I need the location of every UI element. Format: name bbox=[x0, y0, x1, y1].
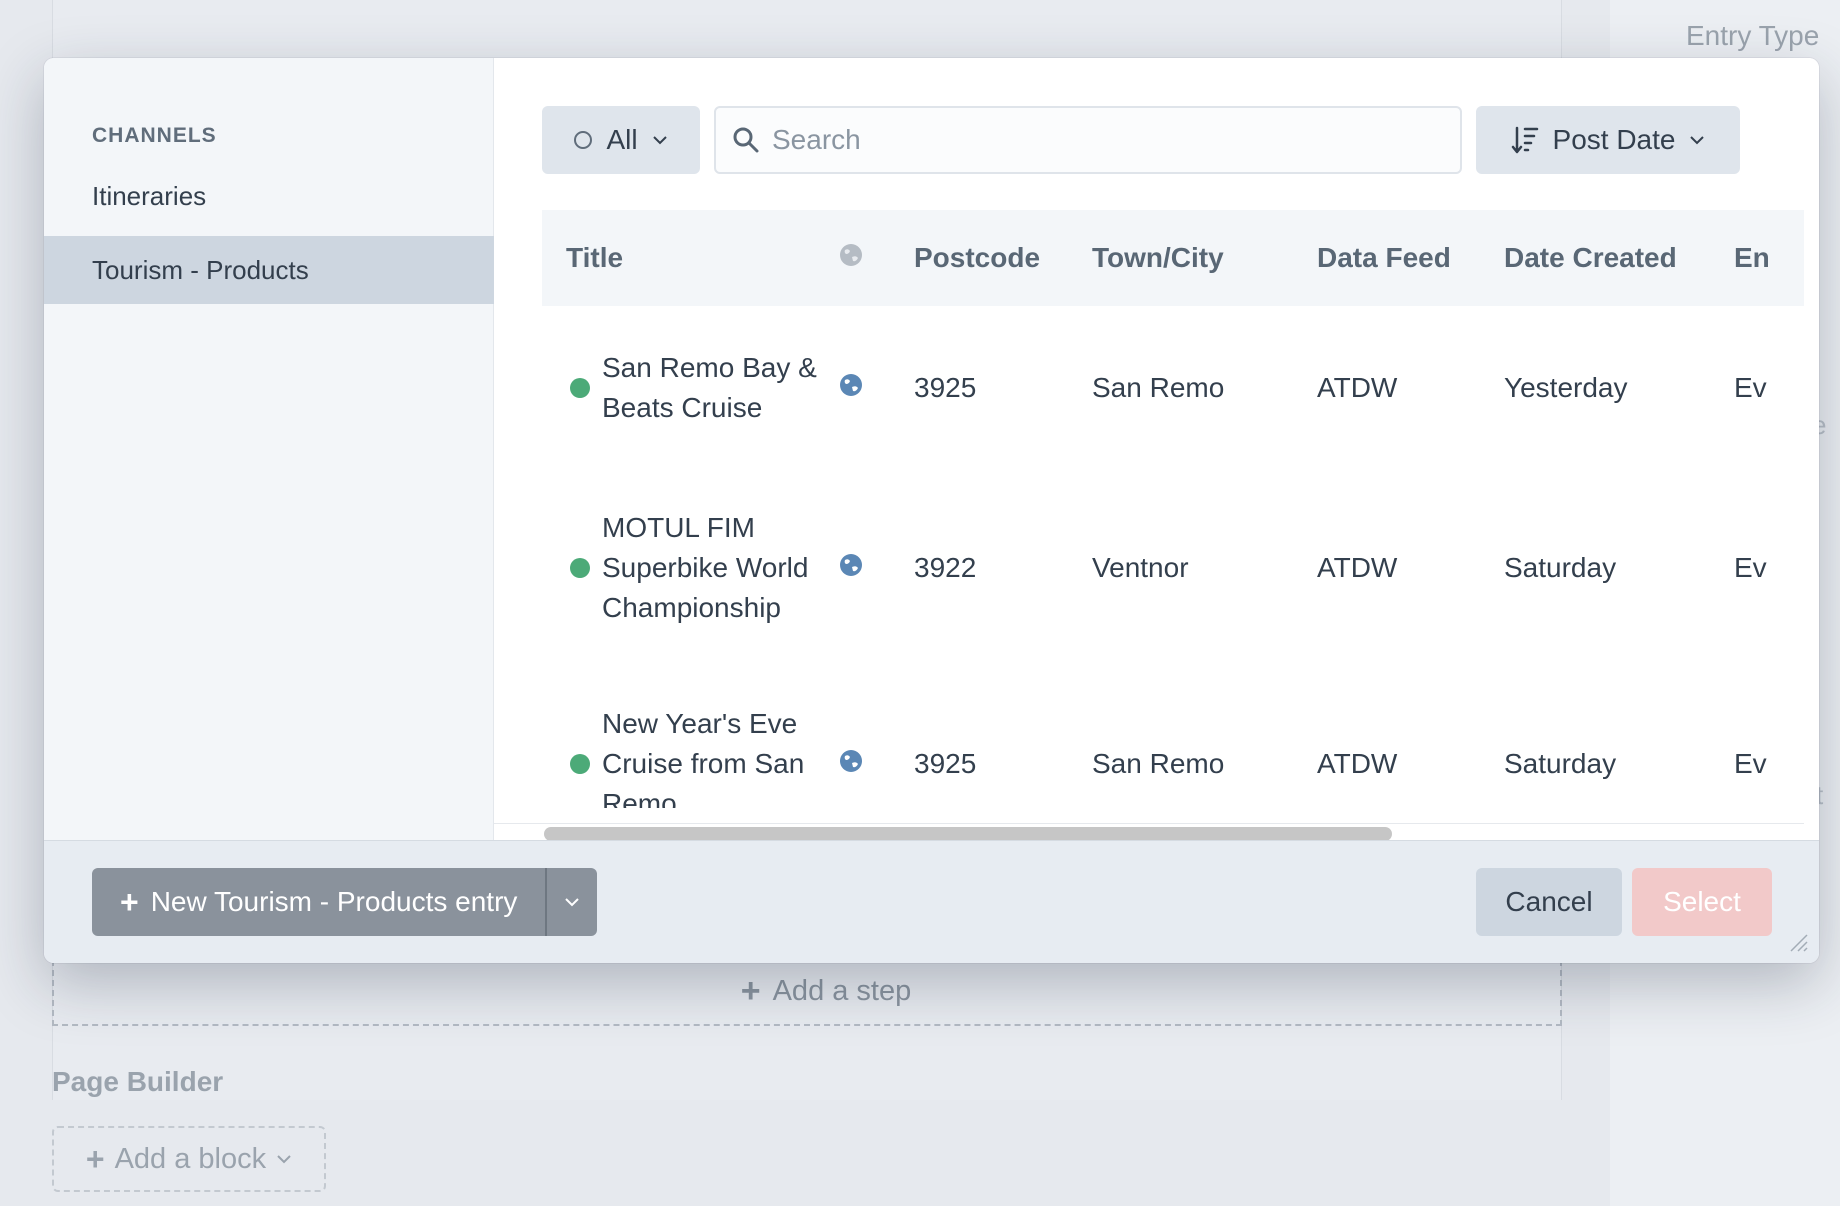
postcode-cell: 3922 bbox=[914, 552, 977, 583]
plus-icon: + bbox=[120, 884, 139, 920]
table-header-row: Title Postcode Town/City Data Feed Date … bbox=[542, 210, 1804, 306]
entry-title: San Remo Bay & Beats Cruise bbox=[602, 352, 817, 423]
new-entry-menu-button[interactable] bbox=[545, 868, 597, 936]
entries-table-container: Title Postcode Town/City Data Feed Date … bbox=[542, 210, 1804, 808]
status-live-icon bbox=[570, 754, 590, 774]
sidebar-item-label: Itineraries bbox=[92, 180, 207, 211]
chevron-down-icon bbox=[565, 898, 580, 907]
element-selector-modal: CHANNELS Itineraries Tourism - Products … bbox=[44, 58, 1819, 963]
plus-icon: + bbox=[85, 1140, 105, 1177]
column-header-postcode[interactable]: Postcode bbox=[914, 210, 1092, 306]
site-cell bbox=[838, 666, 914, 808]
title-cell: New Year's Eve Cruise from San Remo bbox=[542, 666, 838, 808]
entry-title: New Year's Eve Cruise from San Remo bbox=[602, 708, 805, 808]
add-step-button[interactable]: + Add a step bbox=[0, 972, 1652, 1011]
select-button[interactable]: Select bbox=[1632, 868, 1772, 936]
postcode-cell: 3925 bbox=[914, 372, 977, 403]
table-row[interactable]: New Year's Eve Cruise from San Remo 3925… bbox=[542, 666, 1804, 808]
date-created-cell: Saturday bbox=[1504, 748, 1617, 779]
sidebar-item-itineraries[interactable]: Itineraries bbox=[44, 162, 494, 230]
chevron-down-icon bbox=[652, 136, 667, 145]
horizontal-scrollbar-thumb[interactable] bbox=[544, 827, 1392, 841]
column-header-date-created[interactable]: Date Created bbox=[1504, 210, 1734, 306]
new-entry-label: New Tourism - Products entry bbox=[150, 886, 518, 917]
new-entry-button[interactable]: + New Tourism - Products entry bbox=[92, 868, 545, 936]
column-header-data-feed[interactable]: Data Feed bbox=[1317, 210, 1504, 306]
page-builder-label: Page Builder bbox=[52, 1066, 224, 1097]
sidebar-heading: CHANNELS bbox=[92, 124, 217, 147]
toolbar: All Post Date bbox=[542, 106, 1740, 174]
title-cell: MOTUL FIM Superbike World Championship bbox=[542, 470, 838, 666]
column-header-town[interactable]: Town/City bbox=[1092, 210, 1317, 306]
sidebar-item-label: Tourism - Products bbox=[92, 254, 309, 285]
status-live-icon bbox=[570, 558, 590, 578]
status-ring-icon bbox=[574, 131, 593, 149]
search-icon bbox=[733, 127, 759, 153]
modal-sidebar: CHANNELS Itineraries Tourism - Products bbox=[44, 58, 494, 840]
add-block-label: Add a block bbox=[114, 1142, 267, 1175]
table-row[interactable]: San Remo Bay & Beats Cruise 3925 San Rem… bbox=[542, 306, 1804, 470]
date-created-cell: Yesterday bbox=[1504, 372, 1628, 403]
town-cell: Ventnor bbox=[1092, 552, 1189, 583]
extra-cell: Ev bbox=[1734, 748, 1767, 779]
modal-footer: + New Tourism - Products entry Cancel Se… bbox=[44, 840, 1819, 963]
data-feed-cell: ATDW bbox=[1317, 748, 1398, 779]
column-header-extra[interactable]: En bbox=[1734, 210, 1804, 306]
add-block-button[interactable]: + Add a block bbox=[52, 1126, 326, 1192]
resize-handle-icon[interactable] bbox=[1785, 929, 1809, 953]
column-header-site bbox=[838, 210, 914, 306]
entry-title: MOTUL FIM Superbike World Championship bbox=[602, 512, 809, 623]
data-feed-cell: ATDW bbox=[1317, 552, 1398, 583]
modal-main: All Post Date bbox=[494, 58, 1819, 841]
postcode-cell: 3925 bbox=[914, 748, 977, 779]
horizontal-scrollbar[interactable] bbox=[494, 823, 1804, 841]
data-feed-cell: ATDW bbox=[1317, 372, 1398, 403]
entries-table: Title Postcode Town/City Data Feed Date … bbox=[542, 210, 1804, 808]
site-cell bbox=[838, 470, 914, 666]
status-live-icon bbox=[570, 378, 590, 398]
sort-icon bbox=[1511, 126, 1538, 154]
table-row[interactable]: MOTUL FIM Superbike World Championship 3… bbox=[542, 470, 1804, 666]
extra-cell: Ev bbox=[1734, 372, 1767, 403]
town-cell: San Remo bbox=[1092, 748, 1225, 779]
column-header-title[interactable]: Title bbox=[542, 210, 838, 306]
new-entry-button-group: + New Tourism - Products entry bbox=[92, 868, 598, 936]
add-step-label: Add a step bbox=[772, 975, 912, 1007]
title-cell: San Remo Bay & Beats Cruise bbox=[542, 306, 838, 470]
chevron-down-icon bbox=[277, 1155, 291, 1164]
globe-icon bbox=[840, 243, 862, 266]
site-cell bbox=[838, 306, 914, 470]
sidebar-item-tourism-products[interactable]: Tourism - Products bbox=[44, 236, 494, 304]
globe-icon bbox=[840, 373, 862, 396]
plus-icon: + bbox=[740, 972, 761, 1010]
date-created-cell: Saturday bbox=[1504, 552, 1617, 583]
background-entry-type-label: Entry Type bbox=[1686, 20, 1820, 51]
globe-icon bbox=[840, 749, 862, 772]
sort-label: Post Date bbox=[1552, 124, 1676, 155]
status-filter-button[interactable]: All bbox=[542, 106, 700, 174]
globe-icon bbox=[840, 553, 862, 576]
cancel-button[interactable]: Cancel bbox=[1476, 868, 1622, 936]
sort-button[interactable]: Post Date bbox=[1476, 106, 1740, 174]
chevron-down-icon bbox=[1690, 136, 1705, 145]
town-cell: San Remo bbox=[1092, 372, 1225, 403]
search-field[interactable] bbox=[714, 106, 1462, 174]
extra-cell: Ev bbox=[1734, 552, 1767, 583]
search-input[interactable] bbox=[772, 124, 1460, 156]
status-filter-label: All bbox=[606, 124, 638, 155]
